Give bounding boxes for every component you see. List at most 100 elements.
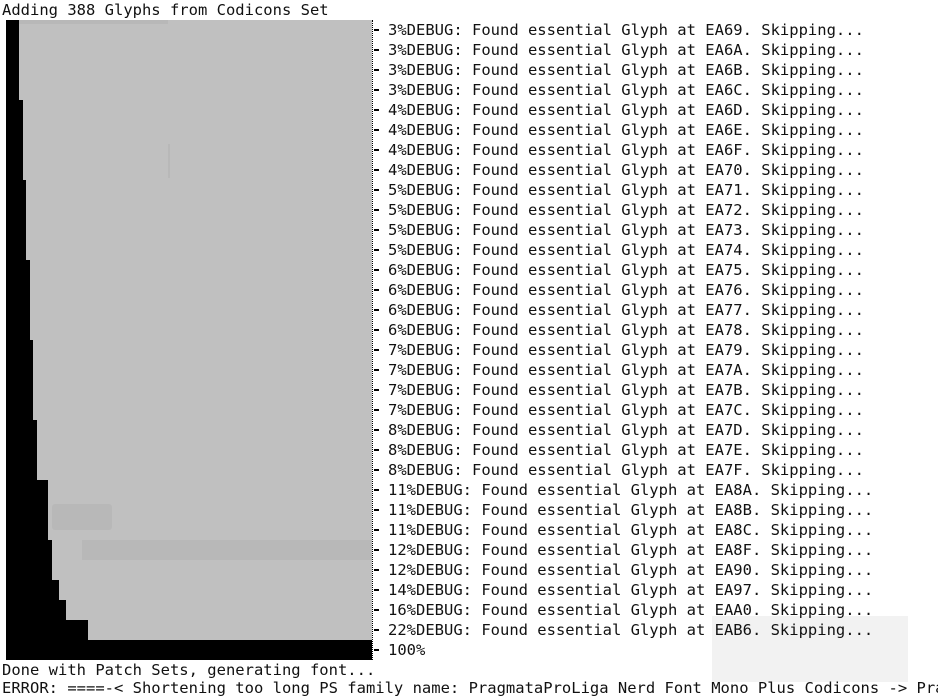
progress-step (8, 260, 30, 280)
log-tick (374, 549, 379, 551)
log-line: 22%DEBUG: Found essential Glyph at EAB6.… (374, 620, 938, 640)
progress-step (8, 420, 37, 440)
terminal-window: Adding 388 Glyphs from Codicons Set 3%DE… (0, 0, 938, 696)
progress-step (8, 120, 23, 140)
log-line: 8%DEBUG: Found essential Glyph at EA7E. … (374, 440, 938, 460)
progress-step (8, 60, 19, 80)
progress-step (8, 540, 52, 560)
log-line: 6%DEBUG: Found essential Glyph at EA77. … (374, 300, 938, 320)
log-tick (374, 149, 379, 151)
done-line: Done with Patch Sets, generating font... (2, 661, 376, 679)
log-tick (374, 569, 379, 571)
log-tick (374, 369, 379, 371)
log-line: 6%DEBUG: Found essential Glyph at EA75. … (374, 260, 938, 280)
progress-step (8, 20, 19, 40)
log-tick (374, 429, 379, 431)
log-line: 5%DEBUG: Found essential Glyph at EA71. … (374, 180, 938, 200)
ghost-shape (168, 144, 170, 178)
log-line: 4%DEBUG: Found essential Glyph at EA6E. … (374, 120, 938, 140)
log-line: 7%DEBUG: Found essential Glyph at EA7B. … (374, 380, 938, 400)
log-tick (374, 309, 379, 311)
debug-log: 3%DEBUG: Found essential Glyph at EA69. … (374, 20, 938, 660)
log-tick (374, 509, 379, 511)
log-tick (374, 389, 379, 391)
progress-step (8, 80, 19, 100)
ghost-shape (82, 540, 372, 560)
progress-step (8, 320, 30, 340)
progress-bar-left-edge (0, 20, 8, 660)
progress-bar-background (8, 20, 372, 660)
log-tick (374, 629, 379, 631)
progress-step (8, 560, 52, 580)
log-tick (374, 69, 379, 71)
log-tick (374, 229, 379, 231)
progress-final-label: 100% (374, 640, 938, 660)
log-tick (374, 349, 379, 351)
progress-step (8, 240, 26, 260)
log-tick (374, 49, 379, 51)
log-tick (374, 649, 379, 651)
ghost-shape (52, 504, 112, 530)
log-tick (374, 269, 379, 271)
progress-step (8, 480, 48, 500)
progress-step (8, 440, 37, 460)
log-line: 6%DEBUG: Found essential Glyph at EA76. … (374, 280, 938, 300)
log-tick (374, 189, 379, 191)
progress-step (8, 600, 66, 620)
progress-step (8, 280, 30, 300)
log-tick (374, 169, 379, 171)
log-tick (374, 109, 379, 111)
log-tick (374, 209, 379, 211)
progress-step (8, 620, 88, 640)
log-tick (374, 289, 379, 291)
progress-step (8, 300, 30, 320)
error-line: ERROR: ====-< Shortening too long PS fam… (2, 679, 938, 696)
log-line: 11%DEBUG: Found essential Glyph at EA8B.… (374, 500, 938, 520)
progress-step (8, 160, 23, 180)
progress-step (8, 460, 37, 480)
log-tick (374, 409, 379, 411)
log-line: 3%DEBUG: Found essential Glyph at EA6A. … (374, 40, 938, 60)
log-line: 11%DEBUG: Found essential Glyph at EA8A.… (374, 480, 938, 500)
progress-step (8, 400, 33, 420)
log-line: 16%DEBUG: Found essential Glyph at EAA0.… (374, 600, 938, 620)
progress-step (8, 40, 19, 60)
progress-step (8, 220, 26, 240)
log-line: 14%DEBUG: Found essential Glyph at EA97.… (374, 580, 938, 600)
progress-step (8, 500, 48, 520)
log-tick (374, 89, 379, 91)
log-line: 8%DEBUG: Found essential Glyph at EA7D. … (374, 420, 938, 440)
log-line: 4%DEBUG: Found essential Glyph at EA6D. … (374, 100, 938, 120)
log-tick (374, 529, 379, 531)
log-line: 5%DEBUG: Found essential Glyph at EA73. … (374, 220, 938, 240)
log-tick (374, 29, 379, 31)
header-line: Adding 388 Glyphs from Codicons Set (2, 1, 329, 19)
log-line: 8%DEBUG: Found essential Glyph at EA7F. … (374, 460, 938, 480)
log-line: 7%DEBUG: Found essential Glyph at EA79. … (374, 340, 938, 360)
log-line: 4%DEBUG: Found essential Glyph at EA6F. … (374, 140, 938, 160)
progress-bar-area (0, 20, 380, 660)
log-tick (374, 589, 379, 591)
progress-step (8, 640, 372, 660)
log-line: 6%DEBUG: Found essential Glyph at EA78. … (374, 320, 938, 340)
log-line: 7%DEBUG: Found essential Glyph at EA7A. … (374, 360, 938, 380)
ghost-shape (18, 20, 168, 24)
log-line: 5%DEBUG: Found essential Glyph at EA72. … (374, 200, 938, 220)
progress-step (8, 520, 48, 540)
progress-step (8, 100, 23, 120)
progress-step (8, 360, 33, 380)
log-tick (374, 329, 379, 331)
progress-step (8, 140, 23, 160)
log-tick (374, 129, 379, 131)
progress-step (8, 180, 26, 200)
log-line: 3%DEBUG: Found essential Glyph at EA6C. … (374, 80, 938, 100)
log-line: 11%DEBUG: Found essential Glyph at EA8C.… (374, 520, 938, 540)
log-line: 5%DEBUG: Found essential Glyph at EA74. … (374, 240, 938, 260)
log-line: 7%DEBUG: Found essential Glyph at EA7C. … (374, 400, 938, 420)
log-tick (374, 609, 379, 611)
progress-bar-divider (372, 20, 373, 660)
progress-step (8, 200, 26, 220)
progress-step (8, 340, 33, 360)
log-tick (374, 489, 379, 491)
log-line: 12%DEBUG: Found essential Glyph at EA90.… (374, 560, 938, 580)
